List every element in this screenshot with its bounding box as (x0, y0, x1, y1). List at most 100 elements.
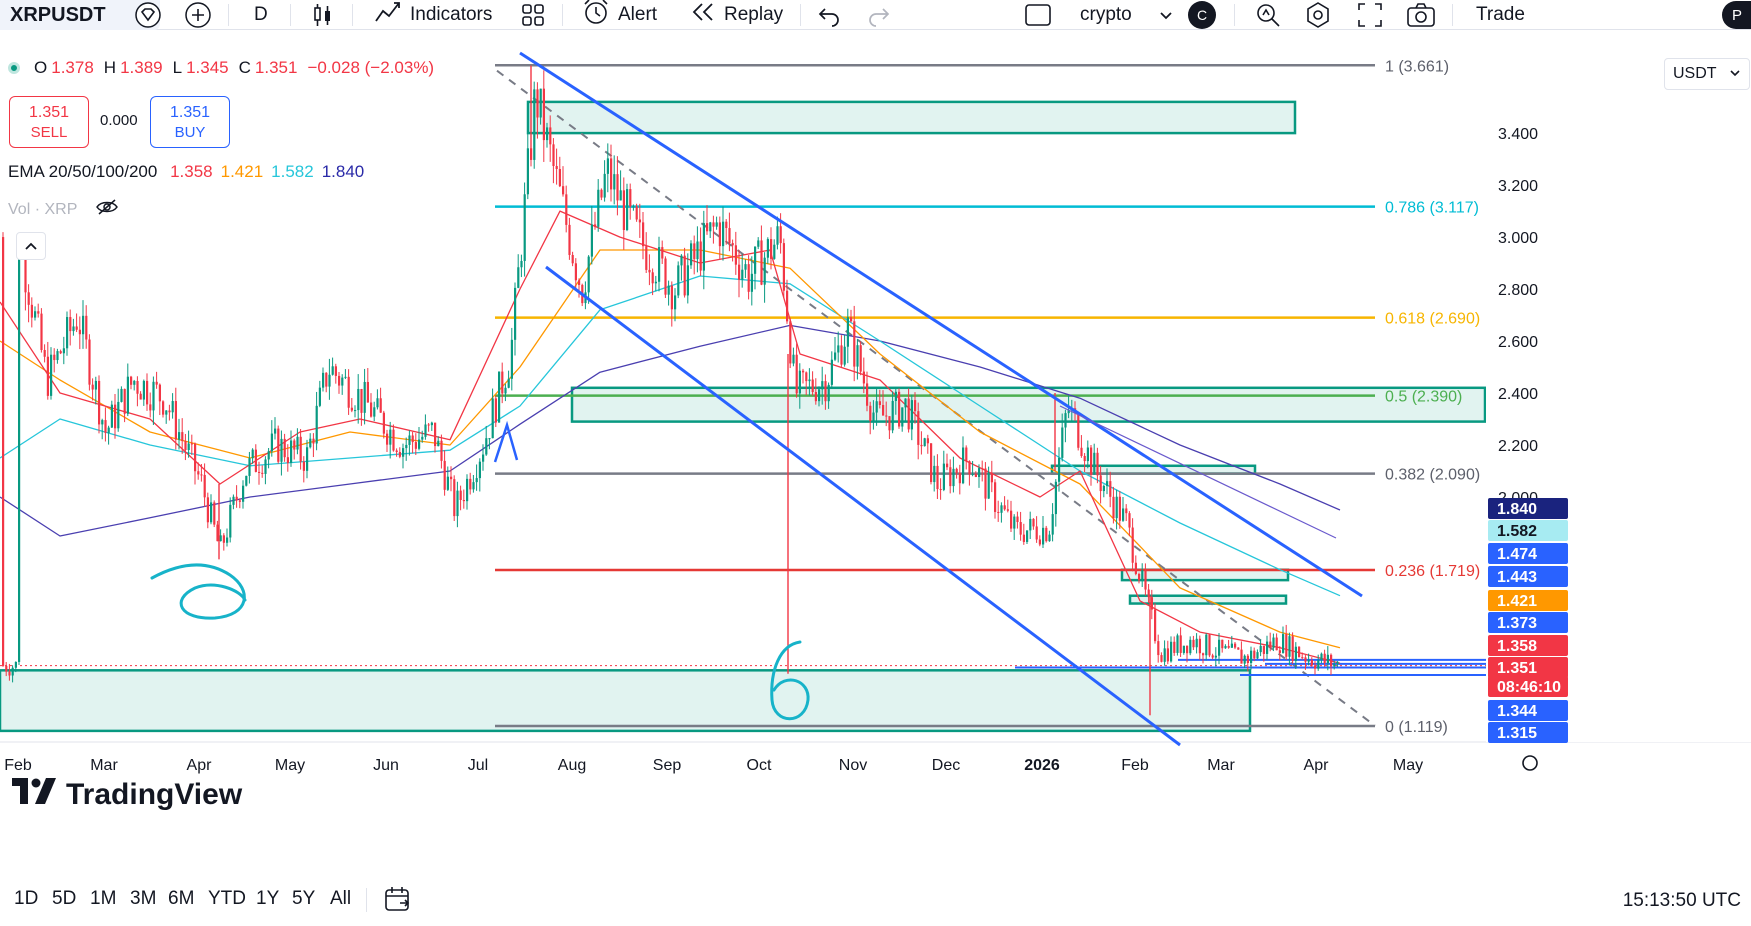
candle-body (987, 472, 990, 499)
trade-button[interactable]: Trade (1466, 0, 1535, 30)
range-1d[interactable]: 1D (14, 888, 38, 910)
candle-body (101, 420, 104, 425)
candle-body (1266, 641, 1269, 654)
demand-zone-bottom[interactable] (0, 669, 1252, 733)
candle-body (366, 381, 369, 403)
range-5y[interactable]: 5Y (292, 888, 315, 910)
candle-body (1096, 452, 1099, 476)
layout-icon[interactable] (1024, 0, 1052, 30)
candle-body (56, 351, 59, 361)
buy-button[interactable]: 1.351 BUY (150, 96, 230, 148)
volume-legend[interactable]: Vol · XRP (8, 198, 119, 221)
candle-body (658, 247, 661, 282)
supply-zone-top[interactable] (526, 100, 1297, 135)
ohlc-legend: O 1.378 H 1.389 L 1.345 C 1.351 −0.028 (−2.0… (8, 58, 440, 78)
replay-button[interactable]: Replay (690, 0, 783, 30)
avatar[interactable]: C (1188, 0, 1216, 30)
candle-body (949, 467, 952, 487)
annotation-six-left[interactable] (150, 563, 247, 620)
candle-body (475, 478, 478, 483)
candle-body (482, 454, 485, 462)
price-label-8: 08:46:10 (1497, 679, 1561, 696)
candle-body (974, 473, 977, 478)
time-tick-label: Nov (839, 757, 867, 774)
range-all[interactable]: All (330, 888, 351, 910)
zone-1.7[interactable] (1120, 568, 1290, 582)
candles-icon[interactable] (310, 0, 336, 30)
candle-body (709, 222, 712, 232)
candle-body (1048, 534, 1051, 542)
candle-body (629, 189, 632, 207)
avatar-letter: C (1188, 1, 1216, 29)
hand-drawn-check[interactable] (493, 420, 519, 463)
candle-body (773, 244, 776, 259)
candle-body (517, 267, 520, 288)
candle-body (222, 535, 225, 543)
range-ytd[interactable]: YTD (208, 888, 246, 910)
candle-body (1291, 636, 1294, 661)
range-3m[interactable]: 3M (130, 888, 156, 910)
settings-icon[interactable] (1304, 0, 1332, 30)
calendar-icon[interactable] (382, 884, 412, 920)
price-chart[interactable]: 1 (3.661) 0.786 (3.117) 0.618 (2.690) 0.5 (… (0, 40, 1751, 840)
candle-body (907, 398, 910, 430)
layout-name-button[interactable]: crypto (1080, 0, 1132, 30)
sell-button[interactable]: 1.351 SELL (9, 96, 89, 148)
candle-body (46, 356, 49, 396)
fib-level-label-1: 0.786 (3.117) (1385, 200, 1479, 217)
templates-icon[interactable] (520, 0, 546, 30)
open-value: 1.378 (51, 58, 94, 77)
channel-upper-line[interactable] (519, 51, 1363, 598)
search-zoom-icon[interactable] (1254, 0, 1282, 30)
fib-level-label-6: 0 (1.119) (1385, 719, 1448, 736)
candle-body (712, 222, 715, 227)
candle-body (818, 389, 821, 402)
candle-body (1054, 481, 1057, 515)
profile-avatar[interactable]: P (1722, 0, 1751, 30)
redo-icon[interactable] (866, 0, 892, 30)
candle-body (1134, 562, 1137, 574)
candle-body (210, 502, 213, 523)
candle-body (174, 401, 177, 440)
eye-hidden-icon[interactable] (95, 198, 119, 221)
undo-icon[interactable] (816, 0, 842, 30)
chart-area[interactable]: 1 (3.661) 0.786 (3.117) 0.618 (2.690) 0.5 (… (0, 40, 1751, 840)
zone-0.5[interactable] (570, 386, 1487, 423)
range-1y[interactable]: 1Y (256, 888, 279, 910)
currency-selector[interactable]: USDT (1664, 58, 1750, 90)
range-6m[interactable]: 6M (168, 888, 194, 910)
candle-body (8, 671, 11, 676)
candle-body (984, 468, 987, 499)
indicators-button[interactable]: Indicators (374, 0, 492, 30)
candle-body (469, 478, 472, 490)
ema-50-line (0, 249, 1341, 649)
candle-body (619, 190, 622, 201)
time-tick-label: Aug (558, 757, 586, 774)
plus-icon[interactable] (184, 0, 212, 30)
price-label-9: 1.344 (1497, 703, 1537, 720)
sell-price: 1.351 (28, 104, 70, 121)
candle-body (1202, 653, 1205, 656)
volume-label: Vol · XRP (8, 200, 78, 218)
range-5d[interactable]: 5D (52, 888, 76, 910)
fullscreen-icon[interactable] (1356, 0, 1384, 30)
candle-body (1330, 654, 1333, 667)
candle-body (363, 381, 366, 413)
candle-body (270, 433, 273, 452)
candle-body (1154, 609, 1157, 642)
range-1m[interactable]: 1M (90, 888, 116, 910)
ema-legend[interactable]: EMA 20/50/100/200 1.358 1.421 1.582 1.840 (8, 162, 364, 182)
interval-button[interactable]: D (254, 0, 268, 30)
camera-icon[interactable] (1406, 0, 1436, 30)
candle-body (258, 471, 261, 473)
replay-icon (690, 0, 716, 30)
chevron-down-icon[interactable] (1158, 0, 1174, 30)
collapse-legend-button[interactable] (16, 232, 46, 260)
tradingview-logo[interactable]: TradingView (12, 778, 242, 812)
diamond-icon[interactable] (134, 0, 162, 30)
alert-button[interactable]: Alert (582, 0, 657, 30)
candle-body (450, 476, 453, 480)
axis-settings-icon[interactable] (1522, 755, 1538, 771)
candle-body (910, 400, 913, 430)
utc-clock[interactable]: 15:13:50 UTC (1623, 890, 1741, 912)
